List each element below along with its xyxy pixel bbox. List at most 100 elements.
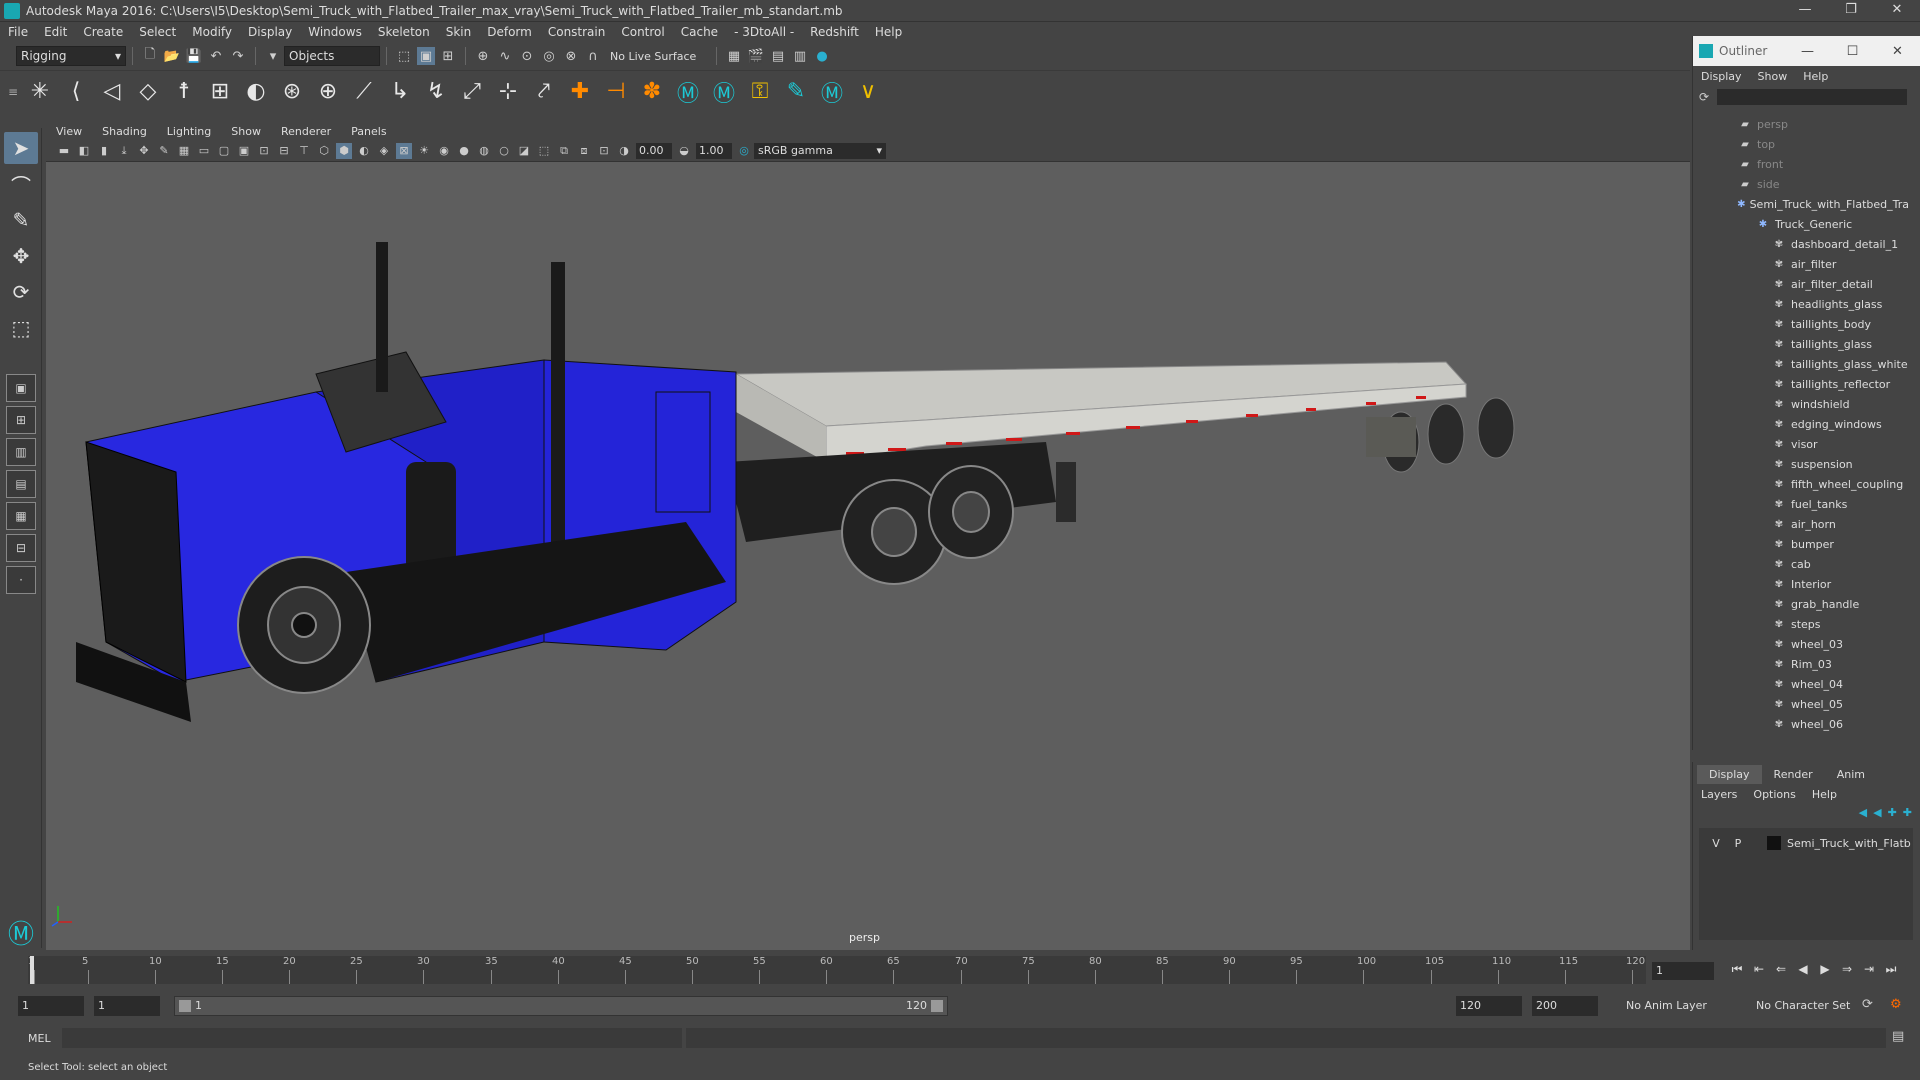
animation-start-field[interactable]: 1 xyxy=(18,996,84,1016)
snap-curve-icon[interactable]: ∿ xyxy=(496,47,514,65)
range-slider[interactable]: 1 120 xyxy=(174,996,948,1016)
outliner-item[interactable]: ✾ fuel_tanks xyxy=(1699,494,1909,514)
play-forward-icon[interactable]: ▶ xyxy=(1814,962,1836,977)
menu-select[interactable]: Select xyxy=(131,25,184,39)
panel-menu-view[interactable]: View xyxy=(46,125,92,138)
bind-skin-icon[interactable]: ⊞ xyxy=(205,77,235,107)
select-by-object-icon[interactable]: ▣ xyxy=(417,47,435,65)
quick-rig-icon[interactable]: ☨ xyxy=(169,77,199,107)
outliner-maximize-button[interactable]: ☐ xyxy=(1830,44,1875,59)
undo-icon[interactable]: ↶ xyxy=(207,47,225,65)
move-layer-up-icon[interactable]: ◀ xyxy=(1859,806,1867,819)
panel-menu-show[interactable]: Show xyxy=(221,125,271,138)
layer-visibility-toggle[interactable]: V xyxy=(1705,837,1727,850)
side-by-side-layout-icon[interactable]: ▥ xyxy=(6,438,36,466)
cluster-icon[interactable]: ⊕ xyxy=(313,77,343,107)
outliner-item[interactable]: ✾ visor xyxy=(1699,434,1909,454)
outliner-item[interactable]: ✾ wheel_06 xyxy=(1699,714,1909,734)
xray-icon[interactable]: ⬚ xyxy=(536,143,552,159)
close-button[interactable]: ✕ xyxy=(1874,0,1920,22)
new-scene-icon[interactable]: 🗋 xyxy=(141,47,159,65)
grid-icon[interactable]: ▦ xyxy=(176,143,192,159)
anim-layer-dropdown[interactable]: No Anim Layer xyxy=(1622,996,1734,1016)
panel-menu-panels[interactable]: Panels xyxy=(341,125,396,138)
isolate-select-icon[interactable]: ◪ xyxy=(516,143,532,159)
script-editor-icon[interactable]: ▤ xyxy=(1892,1029,1904,1044)
animation-end-field[interactable]: 200 xyxy=(1532,996,1598,1016)
menu-control[interactable]: Control xyxy=(613,25,672,39)
outliner-item[interactable]: ✾ grab_handle xyxy=(1699,594,1909,614)
set-driven-key-icon[interactable]: ⚿ xyxy=(745,77,775,107)
layer-menu-layers[interactable]: Layers xyxy=(1693,788,1745,801)
outliner-item[interactable]: ✾ dashboard_detail_1 xyxy=(1699,234,1909,254)
locator-icon[interactable]: ✚ xyxy=(565,77,595,107)
new-layer-selected-icon[interactable]: ✚ xyxy=(1903,806,1912,819)
tab-render[interactable]: Render xyxy=(1762,765,1825,784)
render-frame-icon[interactable]: 🎬 xyxy=(747,47,765,65)
play-back-icon[interactable]: ◀ xyxy=(1792,962,1814,977)
safe-action-icon[interactable]: ⊟ xyxy=(276,143,292,159)
four-pane-layout-icon[interactable]: ⊞ xyxy=(6,406,36,434)
select-tool-icon[interactable]: ➤ xyxy=(4,132,38,164)
menu-cache[interactable]: Cache xyxy=(673,25,726,39)
redo-icon[interactable]: ↷ xyxy=(229,47,247,65)
time-slider[interactable]: 1510152025303540455055606570758085909510… xyxy=(0,952,1896,988)
outliner-item[interactable]: ✱ Semi_Truck_with_Flatbed_Tra xyxy=(1699,194,1909,214)
menu-file[interactable]: File xyxy=(0,25,36,39)
menu-help[interactable]: Help xyxy=(867,25,910,39)
paint-select-tool-icon[interactable]: ✎ xyxy=(4,204,38,236)
tab-anim[interactable]: Anim xyxy=(1825,765,1877,784)
panel-menu-lighting[interactable]: Lighting xyxy=(157,125,221,138)
paint-weights-icon[interactable]: ◐ xyxy=(241,77,271,107)
2d-pan-zoom-icon[interactable]: ✥ xyxy=(136,143,152,159)
single-pane-layout-icon[interactable]: ▣ xyxy=(6,374,36,402)
open-scene-icon[interactable]: 📂 xyxy=(163,47,181,65)
shadows-icon[interactable]: ☀ xyxy=(416,143,432,159)
ipr-render-icon[interactable]: ▤ xyxy=(769,47,787,65)
save-scene-icon[interactable]: 💾 xyxy=(185,47,203,65)
gamma-icon[interactable]: ◒ xyxy=(676,143,692,159)
outliner-menu-show[interactable]: Show xyxy=(1750,70,1796,83)
outliner-item[interactable]: ✾ wheel_04 xyxy=(1699,674,1909,694)
outliner-item[interactable]: ✾ wheel_03 xyxy=(1699,634,1909,654)
outliner-item[interactable]: ✾ air_filter xyxy=(1699,254,1909,274)
ambient-occlusion-icon[interactable]: ◉ xyxy=(436,143,452,159)
minimize-button[interactable]: — xyxy=(1782,0,1828,22)
outliner-item[interactable]: ✱ Truck_Generic xyxy=(1699,214,1909,234)
step-forward-key-icon[interactable]: ⇥ xyxy=(1858,962,1880,977)
live-surface-label[interactable]: No Live Surface xyxy=(610,50,710,63)
render-settings-icon[interactable]: ▦ xyxy=(725,47,743,65)
xray-active-icon[interactable]: ⧈ xyxy=(576,143,592,159)
menu-windows[interactable]: Windows xyxy=(300,25,370,39)
outliner-item[interactable]: ✾ steps xyxy=(1699,614,1909,634)
mel-command-input[interactable] xyxy=(62,1028,682,1048)
hypershade-icon[interactable]: ● xyxy=(813,47,831,65)
outliner-item[interactable]: ✾ air_filter_detail xyxy=(1699,274,1909,294)
grease-pencil-icon[interactable]: ✎ xyxy=(156,143,172,159)
outliner-item[interactable]: ✾ taillights_reflector xyxy=(1699,374,1909,394)
time-ruler[interactable]: 1510152025303540455055606570758085909510… xyxy=(28,956,1646,984)
blend-shape-icon[interactable]: ⤢ xyxy=(457,77,487,107)
smooth-shade-icon[interactable]: ⬢ xyxy=(336,142,352,159)
outliner-persp-layout-icon[interactable]: ▤ xyxy=(6,470,36,498)
menu-3dtoall[interactable]: - 3DtoAll - xyxy=(726,25,802,39)
wire-icon[interactable]: ↯ xyxy=(421,77,451,107)
go-to-start-icon[interactable]: ⏮ xyxy=(1726,962,1748,977)
use-all-lights-icon[interactable]: ⊠ xyxy=(396,142,412,159)
maximize-button[interactable]: ❐ xyxy=(1828,0,1874,22)
wireframe-icon[interactable]: ⬡ xyxy=(316,143,332,159)
outliner-item[interactable]: ▰ side xyxy=(1699,174,1909,194)
outliner-item[interactable]: ✾ Rim_03 xyxy=(1699,654,1909,674)
outliner-item[interactable]: ✾ taillights_glass_white xyxy=(1699,354,1909,374)
shelf-menu-icon[interactable]: ≡ xyxy=(8,85,22,99)
outliner-item[interactable]: ✾ wheel_05 xyxy=(1699,694,1909,714)
outliner-item[interactable]: ▰ top xyxy=(1699,134,1909,154)
panel-menu-shading[interactable]: Shading xyxy=(92,125,157,138)
lattice-icon[interactable]: ⊛ xyxy=(277,77,307,107)
hik-character-icon[interactable]: Ⓜ xyxy=(673,77,703,107)
outliner-item[interactable]: ✾ bumper xyxy=(1699,534,1909,554)
magnet-icon[interactable]: ∩ xyxy=(584,47,602,65)
layout-options-icon[interactable]: · xyxy=(6,566,36,594)
menu-deform[interactable]: Deform xyxy=(479,25,540,39)
anim-prefs-icon[interactable]: ⚙ xyxy=(1890,997,1902,1012)
